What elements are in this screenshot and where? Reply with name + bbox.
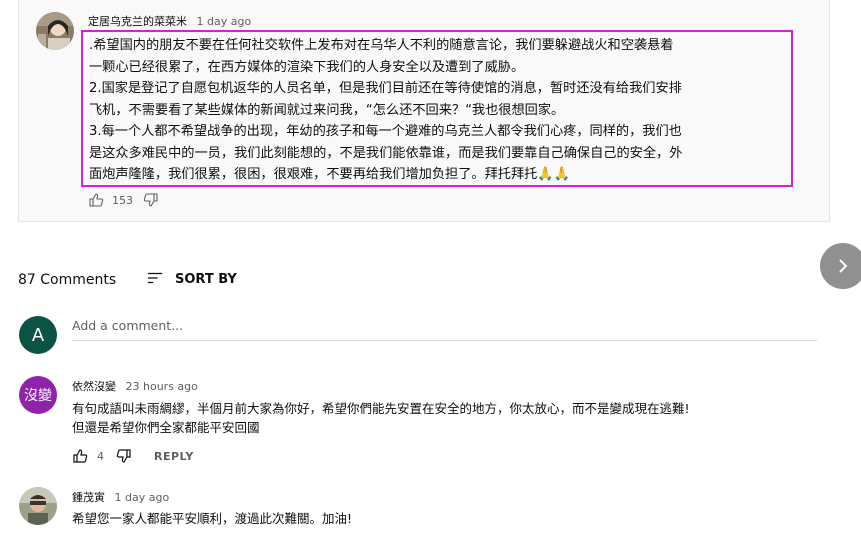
comment-line: 是这众多难民中的一员，我们此刻能想的，不是我们能依靠谁，而是我们要靠自己确保自己… bbox=[89, 145, 683, 161]
comment-line: .希望国内的朋友不要在任何社交软件上发布对在乌华人不利的随意言论，我们要躲避战火… bbox=[89, 38, 674, 53]
user-avatar: A bbox=[19, 316, 57, 354]
like-count: 4 bbox=[97, 449, 104, 463]
author-name[interactable]: 鍾茂寅 bbox=[72, 491, 105, 504]
timestamp[interactable]: 1 day ago bbox=[115, 491, 170, 504]
comment-line: 希望您一家人都能平安順利，渡過此次難關。加油! bbox=[72, 511, 353, 526]
chevron-right-icon bbox=[834, 257, 852, 275]
thumbs-up-icon[interactable] bbox=[72, 448, 88, 464]
thumbs-down-icon[interactable] bbox=[143, 192, 159, 208]
avatar[interactable]: 沒變 bbox=[19, 376, 57, 414]
thumbs-down-icon[interactable] bbox=[116, 448, 132, 464]
sort-icon bbox=[147, 270, 165, 288]
comment-line: 3.每一个人都不希望战争的出现，年幼的孩子和每一个避难的乌克兰人都令我们心疼，同… bbox=[89, 124, 682, 139]
comment-line: 但還是希望你們全家都能平安回國 bbox=[72, 420, 260, 435]
avatar-text: 沒變 bbox=[24, 388, 52, 404]
reply-button[interactable]: REPLY bbox=[154, 450, 194, 463]
comment-header: 鍾茂寅 1 day ago bbox=[72, 489, 169, 505]
comment-line: 2.国家是登记了自愿包机返华的人员名单，但是我们目前还在等待使馆的消息，暂时还没… bbox=[89, 81, 682, 96]
sort-by-button[interactable]: SORT BY bbox=[147, 270, 237, 288]
comment-header: 依然沒變 23 hours ago bbox=[72, 378, 198, 394]
like-count: 153 bbox=[112, 193, 133, 207]
thumbs-up-icon[interactable] bbox=[88, 192, 104, 208]
add-comment-input[interactable]: Add a comment... bbox=[72, 318, 817, 341]
comment-actions: 4 bbox=[72, 448, 132, 464]
avatar[interactable] bbox=[36, 12, 74, 50]
comment-line: 一颗心已经很累了，在西方媒体的渲染下我们的人身安全以及遭到了威胁。 bbox=[89, 59, 525, 75]
highlighted-comment-text: .希望国内的朋友不要在任何社交软件上发布对在乌华人不利的随意言论，我们要躲避战火… bbox=[81, 30, 793, 187]
comment-line: 有句成語叫未雨綢繆，半個月前大家為你好，希望你們能先安置在安全的地方，你太放心，… bbox=[72, 401, 690, 416]
timestamp[interactable]: 1 day ago bbox=[197, 15, 252, 28]
author-name[interactable]: 定居乌克兰的菜菜米 bbox=[88, 15, 187, 28]
comment-text: 希望您一家人都能平安順利，渡過此次難關。加油! bbox=[72, 509, 352, 528]
sort-by-label: SORT BY bbox=[175, 271, 237, 287]
comment-header: 定居乌克兰的菜菜米 1 day ago bbox=[88, 13, 251, 29]
comment-text: 有句成語叫未雨綢繆，半個月前大家為你好，希望你們能先安置在安全的地方，你太放心，… bbox=[72, 399, 690, 437]
author-name[interactable]: 依然沒變 bbox=[72, 380, 116, 393]
avatar[interactable] bbox=[19, 487, 57, 525]
comment-line: 飞机，不需要看了某些媒体的新闻就过来问我，“怎么还不回来？“我也很想回家。 bbox=[89, 102, 565, 118]
timestamp[interactable]: 23 hours ago bbox=[126, 380, 198, 393]
next-button[interactable] bbox=[820, 243, 861, 289]
comment-count: 87 Comments bbox=[18, 272, 117, 288]
comment-actions: 153 bbox=[88, 192, 159, 208]
comment-line: 面炮声隆隆，我们很累，很困，很艰难，不要再给我们增加负担了。拜托拜托🙏🙏 bbox=[89, 167, 571, 182]
